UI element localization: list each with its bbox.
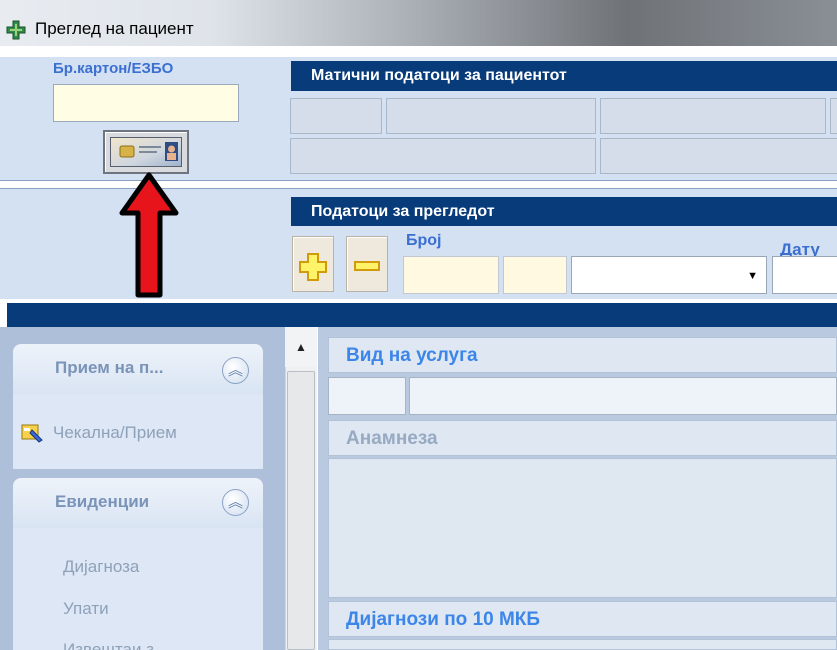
sidebar-item-referrals[interactable]: Упати: [63, 599, 109, 619]
service-title: Вид на услуга: [328, 337, 837, 373]
red-arrow-up-icon: [118, 171, 180, 301]
number-suffix-field[interactable]: [503, 256, 567, 294]
app-cross-icon: [6, 20, 26, 40]
chevron-up-double-icon[interactable]: ︽: [222, 489, 249, 516]
remove-exam-button[interactable]: [346, 236, 388, 292]
sidebar-item-reports[interactable]: Извештаи з...: [63, 640, 168, 650]
toolbar-strip: [7, 303, 837, 327]
patient-field[interactable]: [386, 98, 596, 134]
number-field[interactable]: [403, 256, 499, 294]
diagnoses-list[interactable]: [328, 639, 837, 650]
anamnesis-title: Анамнеза: [328, 420, 837, 456]
patient-field[interactable]: [830, 98, 837, 134]
chevron-down-icon: ▼: [747, 270, 758, 282]
minus-icon: [354, 261, 380, 271]
service-code-field[interactable]: [328, 377, 406, 415]
exam-section-title: Податоци за прегледот: [291, 197, 837, 226]
sidebar-group-title: Евиденции: [55, 492, 150, 511]
window-title: Преглед на пациент: [35, 19, 194, 38]
patient-field[interactable]: [600, 138, 837, 174]
sidebar-item-diagnosis[interactable]: Дијагноза: [63, 557, 139, 577]
chevron-up-double-icon[interactable]: ︽: [222, 357, 249, 384]
exam-type-dropdown[interactable]: ▼: [571, 256, 767, 294]
anamnesis-textarea[interactable]: [328, 458, 837, 598]
date-field[interactable]: [772, 256, 837, 294]
patient-section-title: Матични податоци за пациентот: [291, 61, 837, 91]
card-label: Бр.картон/ЕЗБО: [53, 60, 174, 77]
sidebar-item-waiting-room[interactable]: Чекална/Прием: [53, 423, 177, 443]
number-label: Број: [406, 232, 442, 249]
scroll-thumb[interactable]: [287, 371, 315, 650]
scroll-up-icon[interactable]: ▲: [285, 327, 317, 367]
sidebar-group-title: Прием на п...: [55, 358, 164, 377]
patient-field[interactable]: [600, 98, 826, 134]
diagnoses-title: Дијагнози по 10 МКБ: [328, 601, 837, 637]
add-exam-button[interactable]: [292, 236, 334, 292]
service-name-field[interactable]: [409, 377, 837, 415]
plus-icon: [299, 253, 327, 281]
id-card-icon: [110, 137, 182, 167]
patient-field[interactable]: [290, 138, 596, 174]
sidebar-group-body: [13, 528, 263, 650]
read-card-button[interactable]: [103, 130, 189, 174]
card-number-input[interactable]: [53, 84, 239, 122]
patient-field[interactable]: [290, 98, 382, 134]
waiting-room-icon: [20, 420, 44, 444]
